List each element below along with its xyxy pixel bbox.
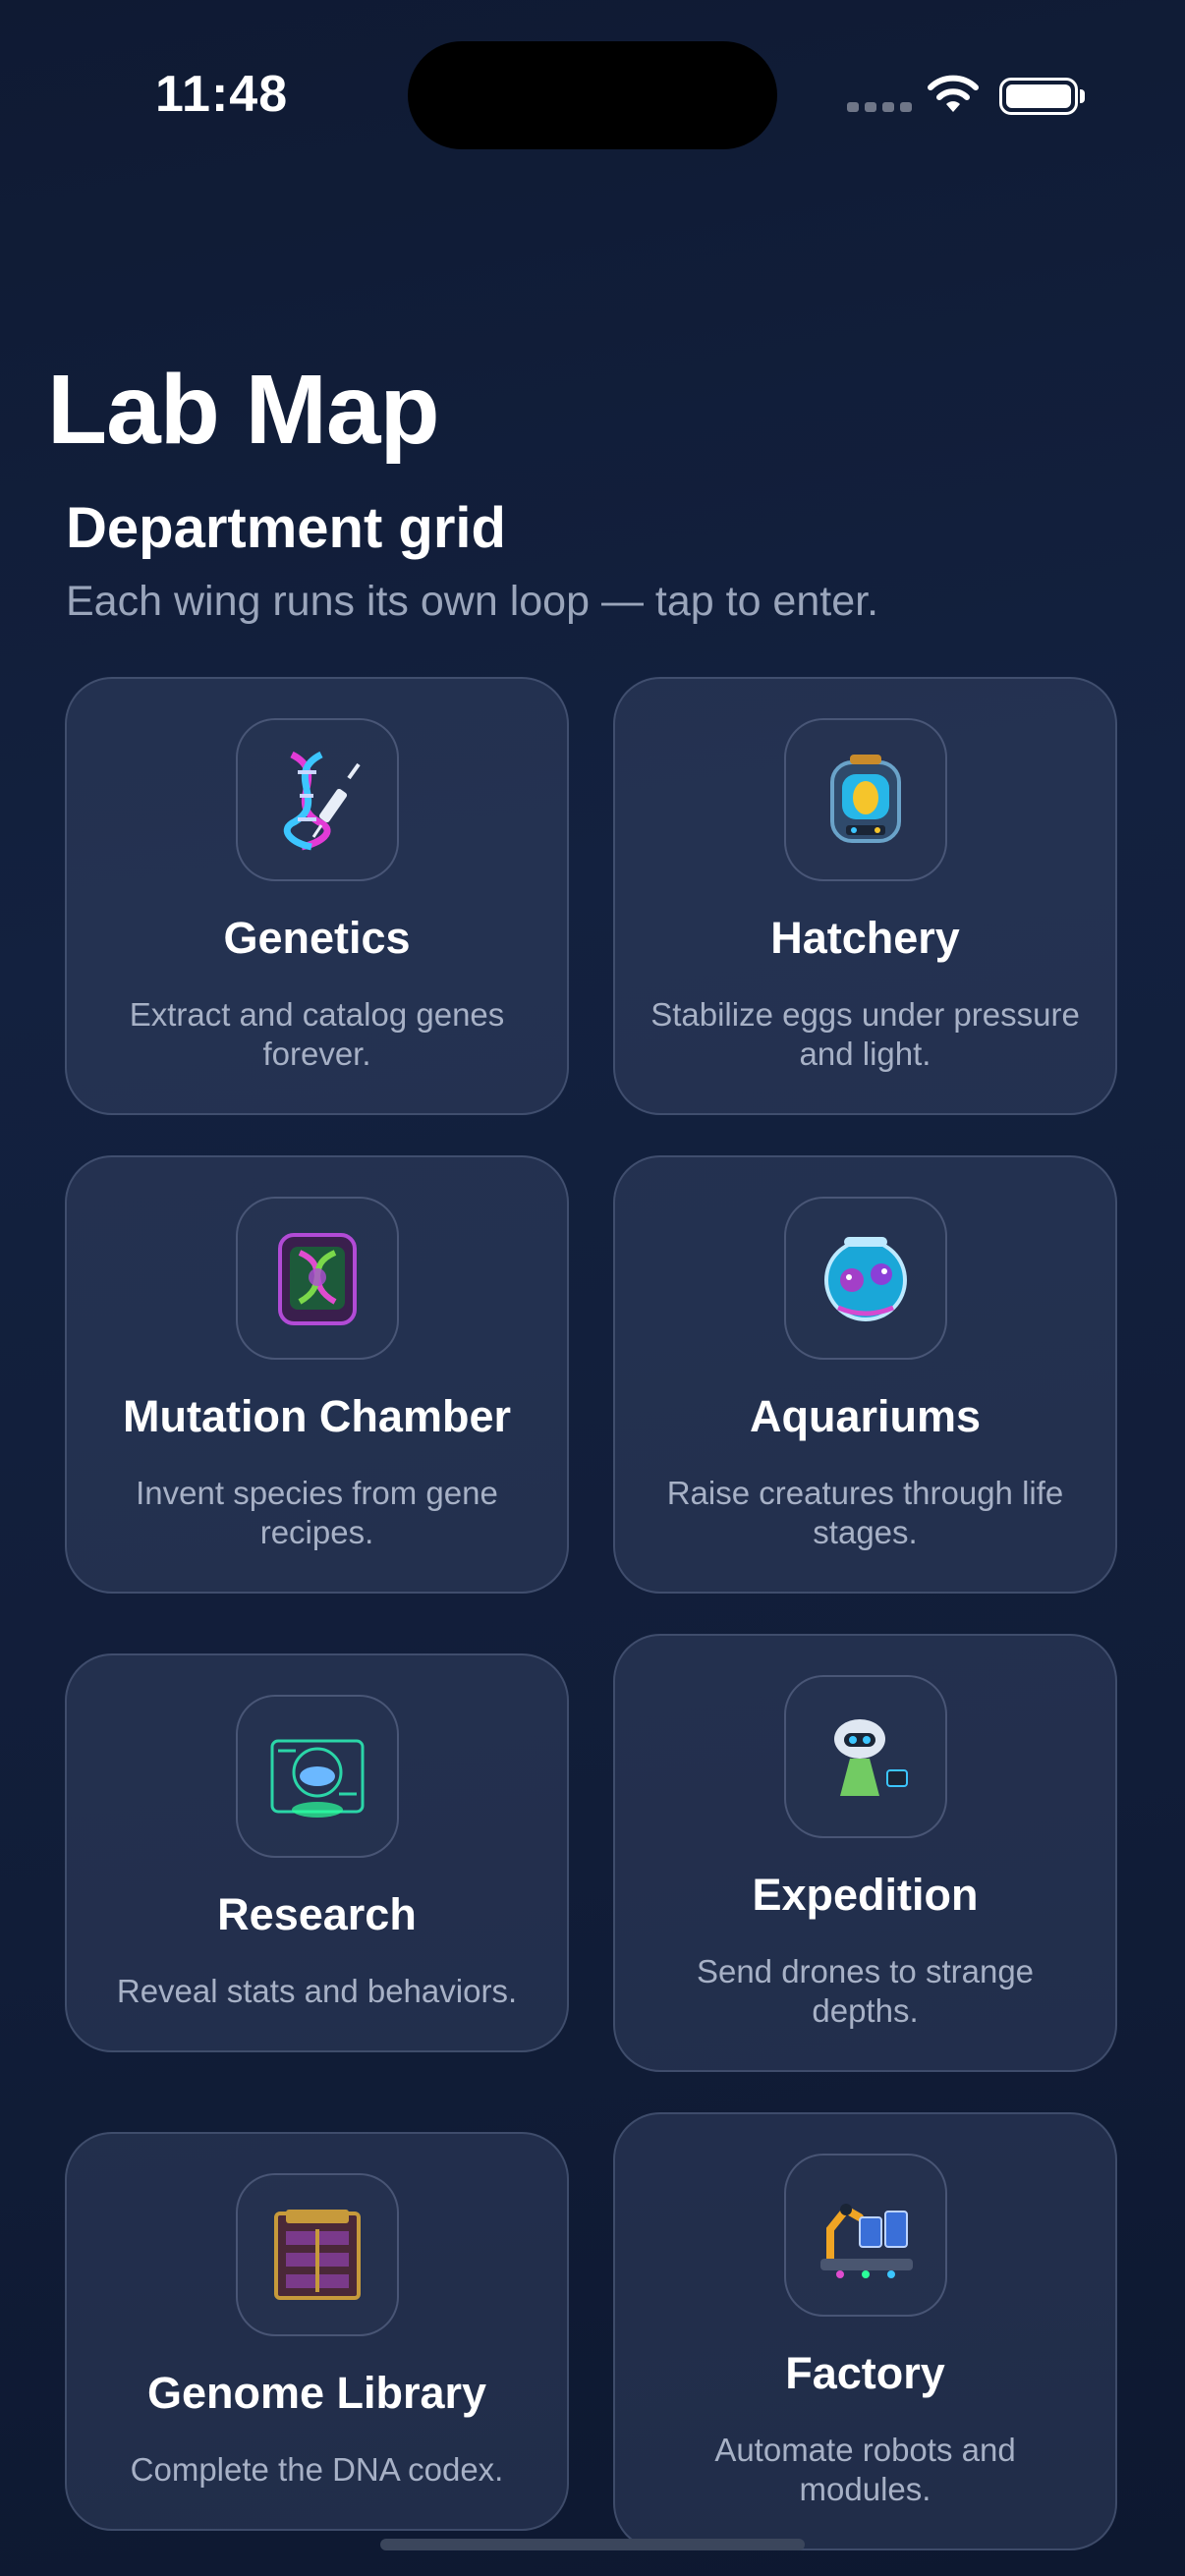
card-title: Genome Library xyxy=(146,2368,487,2418)
icon-tile xyxy=(784,1197,947,1360)
card-title: Research xyxy=(217,1889,417,1939)
department-card-factory[interactable]: Factory Automate robots and modules. xyxy=(613,2112,1117,2550)
card-description: Automate robots and modules. xyxy=(714,2432,1016,2507)
icon-tile xyxy=(784,2154,947,2317)
department-card-expedition[interactable]: Expedition Send drones to strange depths… xyxy=(613,1634,1117,2072)
department-card-mutation-chamber[interactable]: Mutation Chamber Invent species from gen… xyxy=(65,1155,569,1594)
card-description: Complete the DNA codex. xyxy=(130,2451,504,2488)
card-description: Raise creatures through life stages. xyxy=(666,1475,1064,1550)
section-subtitle: Each wing runs its own loop — tap to ent… xyxy=(66,578,879,625)
card-title: Factory xyxy=(785,2348,945,2398)
status-time: 11:48 xyxy=(155,66,289,123)
fishbowl-icon xyxy=(824,1237,907,1321)
card-title: Aquariums xyxy=(749,1391,982,1441)
icon-tile xyxy=(236,718,399,881)
card-title: Genetics xyxy=(223,913,411,963)
factory-robot-arm-icon xyxy=(820,2204,913,2278)
battery-icon xyxy=(999,78,1085,115)
dynamic-island xyxy=(408,41,777,149)
section-title: Department grid xyxy=(66,496,506,560)
card-title: Hatchery xyxy=(770,913,960,963)
icon-tile xyxy=(236,2173,399,2336)
department-card-aquariums[interactable]: Aquariums Raise creatures through life s… xyxy=(613,1155,1117,1594)
department-card-research[interactable]: Research Reveal stats and behaviors. xyxy=(65,1653,569,2052)
cellular-signal-icon xyxy=(847,102,912,112)
card-title: Expedition xyxy=(752,1870,979,1920)
icon-tile xyxy=(784,1675,947,1838)
incubator-egg-icon xyxy=(830,755,901,843)
icon-tile xyxy=(784,718,947,881)
research-hologram-icon xyxy=(270,1739,365,1818)
dna-syringe-icon xyxy=(283,751,361,851)
card-description: Stabilize eggs under pressure and light. xyxy=(650,996,1080,1072)
card-title: Mutation Chamber xyxy=(122,1391,511,1441)
icon-tile xyxy=(236,1695,399,1858)
department-card-genetics[interactable]: Genetics Extract and catalog genes forev… xyxy=(65,677,569,1115)
card-description: Extract and catalog genes forever. xyxy=(129,996,505,1072)
card-description: Send drones to strange depths. xyxy=(696,1953,1035,2029)
wifi-icon xyxy=(928,75,979,112)
icon-tile xyxy=(236,1197,399,1360)
mutation-chamber-icon xyxy=(278,1233,357,1325)
home-indicator[interactable] xyxy=(380,2539,805,2550)
card-description: Reveal stats and behaviors. xyxy=(116,1973,518,2009)
drone-robot-icon xyxy=(834,1719,908,1796)
card-description: Invent species from gene recipes. xyxy=(136,1475,498,1550)
department-card-hatchery[interactable]: Hatchery Stabilize eggs under pressure a… xyxy=(613,677,1117,1115)
page-title: Lab Map xyxy=(47,355,440,465)
status-bar: 11:48 xyxy=(0,0,1185,149)
genome-library-icon xyxy=(274,2210,361,2300)
department-card-genome-library[interactable]: Genome Library Complete the DNA codex. xyxy=(65,2132,569,2531)
